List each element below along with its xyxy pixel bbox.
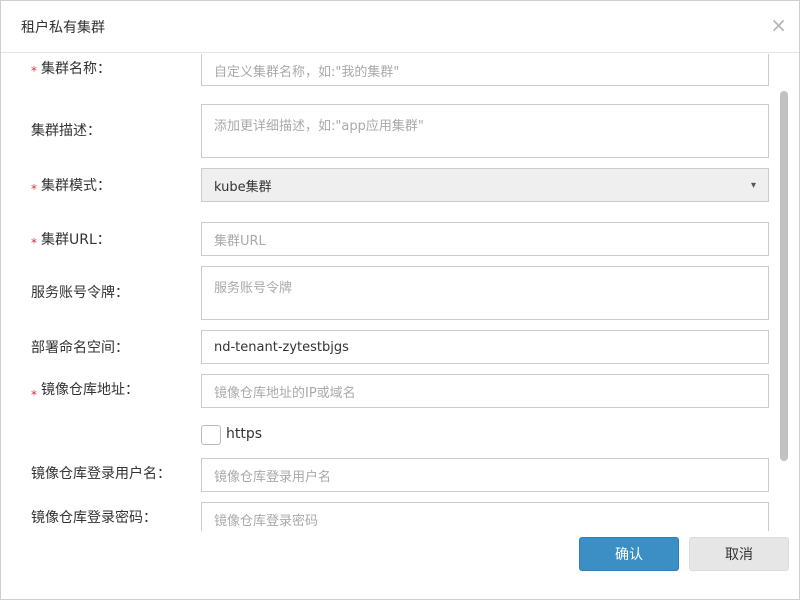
required-mark: *	[31, 388, 37, 402]
form-row-token: 服务账号令牌： 服务账号令牌	[1, 266, 781, 320]
form-row-https: https	[1, 424, 781, 446]
form-row-registry-user: 镜像仓库登录用户名： 镜像仓库登录用户名	[1, 458, 781, 492]
required-mark: *	[31, 64, 37, 78]
registry-user-label: 镜像仓库登录用户名：	[31, 466, 171, 482]
registry-username-input[interactable]: 镜像仓库登录用户名	[201, 458, 769, 492]
dialog-header: 租户私有集群 ×	[1, 1, 799, 53]
form-row-mode: * 集群模式： kube集群 ▾	[1, 168, 781, 202]
registry-label: 镜像仓库地址：	[41, 382, 139, 398]
registry-password-label: 镜像仓库登录密码：	[31, 510, 157, 526]
form-row-registry: * 镜像仓库地址： 镜像仓库地址的IP或域名	[1, 374, 781, 408]
cluster-mode-value: kube集群	[214, 179, 272, 195]
token-label: 服务账号令牌：	[31, 285, 129, 301]
form-row-registry-password: 镜像仓库登录密码： 镜像仓库登录密码	[1, 502, 781, 531]
registry-address-input[interactable]: 镜像仓库地址的IP或域名	[201, 374, 769, 408]
required-mark: *	[31, 236, 37, 250]
cancel-button[interactable]: 取消	[689, 537, 789, 571]
form-row-description: 集群描述： 添加更详细描述，如:"app应用集群"	[1, 104, 781, 158]
confirm-button[interactable]: 确认	[579, 537, 679, 571]
form-row-name: * 集群名称： 自定义集群名称，如:"我的集群"	[1, 54, 781, 86]
mode-label: 集群模式：	[41, 178, 111, 194]
name-label: 集群名称：	[41, 61, 111, 77]
dialog-title: 租户私有集群	[21, 20, 105, 36]
form-row-url: * 集群URL： 集群URL	[1, 222, 781, 256]
chevron-down-icon: ▾	[750, 179, 756, 191]
cluster-mode-select[interactable]: kube集群 ▾	[201, 168, 769, 202]
scrollbar-thumb[interactable]	[780, 91, 788, 461]
url-label: 集群URL：	[41, 232, 111, 248]
namespace-input[interactable]: nd-tenant-zytestbjgs	[201, 330, 769, 364]
service-token-textarea[interactable]: 服务账号令牌	[201, 266, 769, 320]
https-label: https	[226, 426, 263, 442]
tenant-cluster-dialog: 租户私有集群 × * 集群名称： 自定义集群名称，如:"我的集群" 集群描述： …	[0, 0, 800, 600]
cluster-name-input[interactable]: 自定义集群名称，如:"我的集群"	[201, 54, 769, 86]
cluster-url-input[interactable]: 集群URL	[201, 222, 769, 256]
close-icon[interactable]: ×	[770, 15, 787, 35]
https-checkbox[interactable]	[201, 425, 221, 445]
form-row-namespace: 部署命名空间： nd-tenant-zytestbjgs	[1, 330, 781, 364]
required-mark: *	[31, 182, 37, 196]
namespace-label: 部署命名空间：	[31, 340, 129, 356]
cluster-description-textarea[interactable]: 添加更详细描述，如:"app应用集群"	[201, 104, 769, 158]
form-scroll-area[interactable]: * 集群名称： 自定义集群名称，如:"我的集群" 集群描述： 添加更详细描述，如…	[1, 54, 791, 531]
registry-password-input[interactable]: 镜像仓库登录密码	[201, 502, 769, 531]
description-label: 集群描述：	[31, 123, 101, 139]
